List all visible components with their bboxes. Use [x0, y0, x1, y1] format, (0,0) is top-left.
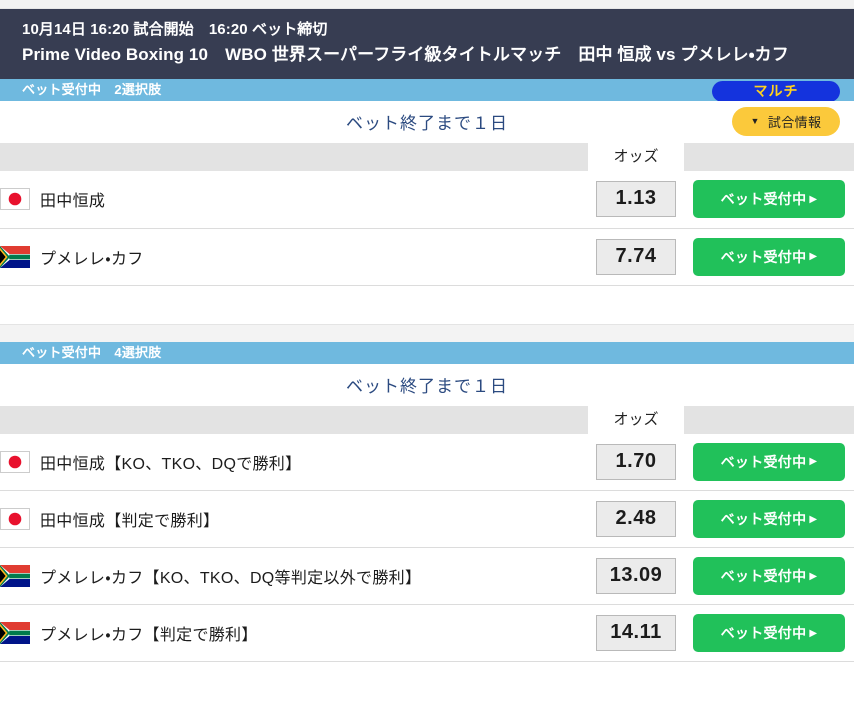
chevron-right-icon: ▶ — [809, 513, 818, 525]
name-column-header — [0, 405, 588, 434]
match-info-button[interactable]: ▼ 試合情報 — [732, 107, 840, 136]
odds-value: 7.74 — [596, 238, 676, 275]
odds-table-1: オッズ 田中恒成 1.13 ベット受付中 ▶ プメレレ・カフ 7.74 ベット受… — [0, 143, 854, 286]
table-row: 田中恒成【判定で勝利】 2.48 ベット受付中 ▶ — [0, 491, 854, 548]
bet-button[interactable]: ベット受付中 ▶ — [693, 557, 845, 595]
countdown-row-2: ベット終了まで１日 — [0, 363, 854, 406]
odds-cell: 1.70 — [588, 434, 684, 491]
top-spacer — [0, 0, 854, 9]
selection-name: プメレレ・カフ【KO、TKO、DQ等判定以外で勝利】 — [40, 570, 422, 587]
action-cell: ベット受付中 ▶ — [684, 434, 854, 491]
jp-flag-icon — [0, 188, 30, 211]
chevron-down-icon: ▼ — [750, 116, 760, 126]
chevron-right-icon: ▶ — [809, 456, 818, 468]
odds-value: 2.48 — [596, 501, 676, 537]
action-column-header — [684, 405, 854, 434]
match-schedule-text: 10月14日 16:20 試合開始 16:20 ベット締切 — [22, 21, 328, 38]
betting-match-card: 10月14日 16:20 試合開始 16:20 ベット締切 Prime Vide… — [0, 0, 854, 702]
za-flag-icon — [0, 565, 30, 587]
selection-name: 田中恒成【判定で勝利】 — [40, 513, 220, 530]
chevron-right-icon: ▶ — [809, 570, 818, 582]
odds-value: 13.09 — [596, 558, 676, 594]
section-separator-band — [0, 323, 854, 342]
match-info-button-label: 試合情報 — [767, 115, 822, 130]
jp-flag-icon — [0, 450, 30, 473]
table-row: 田中恒成 1.13 ベット受付中 ▶ — [0, 171, 854, 228]
bet-button[interactable]: ベット受付中 ▶ — [693, 237, 845, 276]
selection-name-cell: プメレレ・カフ【KO、TKO、DQ等判定以外で勝利】 — [0, 548, 588, 605]
match-title-text: Prime Video Boxing 10 WBO 世界スーパーフライ級タイトル… — [22, 45, 789, 64]
za-flag-icon — [0, 245, 30, 268]
bet-button-label: ベット受付中 — [720, 625, 807, 641]
action-cell: ベット受付中 ▶ — [684, 491, 854, 548]
bottom-spacer — [0, 662, 854, 701]
bet-button[interactable]: ベット受付中 ▶ — [693, 500, 845, 538]
selection-name: 田中恒成【KO、TKO、DQで勝利】 — [40, 455, 302, 473]
section-separator — [0, 285, 854, 342]
table-row: プメレレ・カフ 7.74 ベット受付中 ▶ — [0, 228, 854, 285]
bet-button[interactable]: ベット受付中 ▶ — [693, 180, 845, 219]
selection-name: 田中恒成 — [40, 193, 106, 211]
chevron-right-icon: ▶ — [809, 251, 818, 262]
selection-name-cell: 田中恒成【KO、TKO、DQで勝利】 — [0, 434, 588, 491]
table-row: 田中恒成【KO、TKO、DQで勝利】 1.70 ベット受付中 ▶ — [0, 434, 854, 491]
section-status-bar-2: ベット受付中 4選択肢 — [0, 341, 854, 364]
multi-badge[interactable]: マルチ — [712, 80, 840, 102]
bet-button[interactable]: ベット受付中 ▶ — [693, 442, 845, 481]
match-header: 10月14日 16:20 試合開始 16:20 ベット締切 Prime Vide… — [0, 9, 854, 79]
odds-column-header: オッズ — [588, 405, 684, 434]
action-cell: ベット受付中 ▶ — [684, 548, 854, 605]
odds-column-header-label: オッズ — [588, 405, 684, 434]
countdown-text-1: ベット終了まで１日 — [346, 114, 508, 133]
bet-button-label: ベット受付中 — [720, 453, 807, 470]
bet-button-label: ベット受付中 — [720, 248, 807, 265]
selection-name-cell: 田中恒成 — [0, 171, 588, 228]
selection-name-cell: プメレレ・カフ【判定で勝利】 — [0, 605, 588, 662]
odds-column-header: オッズ — [588, 143, 684, 171]
odds-cell: 13.09 — [588, 548, 684, 605]
action-cell: ベット受付中 ▶ — [684, 605, 854, 662]
bet-button-label: ベット受付中 — [720, 191, 807, 208]
odds-cell: 2.48 — [588, 491, 684, 548]
action-column-header — [684, 143, 854, 171]
action-cell: ベット受付中 ▶ — [684, 228, 854, 285]
chevron-right-icon: ▶ — [809, 627, 818, 639]
odds-cell: 1.13 — [588, 171, 684, 228]
action-cell: ベット受付中 ▶ — [684, 171, 854, 228]
section-status-label-2: ベット受付中 4選択肢 — [22, 344, 162, 360]
table-row: プメレレ・カフ【判定で勝利】 14.11 ベット受付中 ▶ — [0, 605, 854, 662]
section-status-bar-1: ベット受付中 2選択肢 マルチ — [0, 79, 854, 102]
odds-value: 1.70 — [596, 443, 676, 480]
odds-cell: 14.11 — [588, 605, 684, 662]
selection-name-cell: 田中恒成【判定で勝利】 — [0, 491, 588, 548]
chevron-right-icon: ▶ — [809, 193, 818, 205]
countdown-row-1: ベット終了まで１日 ▼ 試合情報 — [0, 101, 854, 143]
bet-button[interactable]: ベット受付中 ▶ — [693, 614, 845, 652]
bet-button-label: ベット受付中 — [720, 511, 807, 527]
selection-name-cell: プメレレ・カフ — [0, 228, 588, 285]
section-status-label-1: ベット受付中 2選択肢 — [22, 82, 162, 97]
name-column-header — [0, 143, 588, 171]
table-row: プメレレ・カフ【KO、TKO、DQ等判定以外で勝利】 13.09 ベット受付中 … — [0, 548, 854, 605]
odds-table-header-1: オッズ — [0, 143, 854, 171]
odds-cell: 7.74 — [588, 228, 684, 285]
bet-button-label: ベット受付中 — [720, 568, 807, 584]
odds-table-2: オッズ 田中恒成【KO、TKO、DQで勝利】 1.70 ベット受付中 ▶ 田中恒… — [0, 405, 854, 663]
selection-name: プメレレ・カフ【判定で勝利】 — [40, 627, 258, 644]
countdown-text-2: ベット終了まで１日 — [346, 376, 508, 396]
jp-flag-icon — [0, 508, 30, 530]
odds-column-header-label: オッズ — [588, 143, 684, 171]
odds-value: 14.11 — [596, 615, 676, 651]
odds-table-header-2: オッズ — [0, 405, 854, 434]
za-flag-icon — [0, 622, 30, 644]
odds-value: 1.13 — [596, 181, 676, 218]
selection-name: プメレレ・カフ — [40, 250, 144, 268]
